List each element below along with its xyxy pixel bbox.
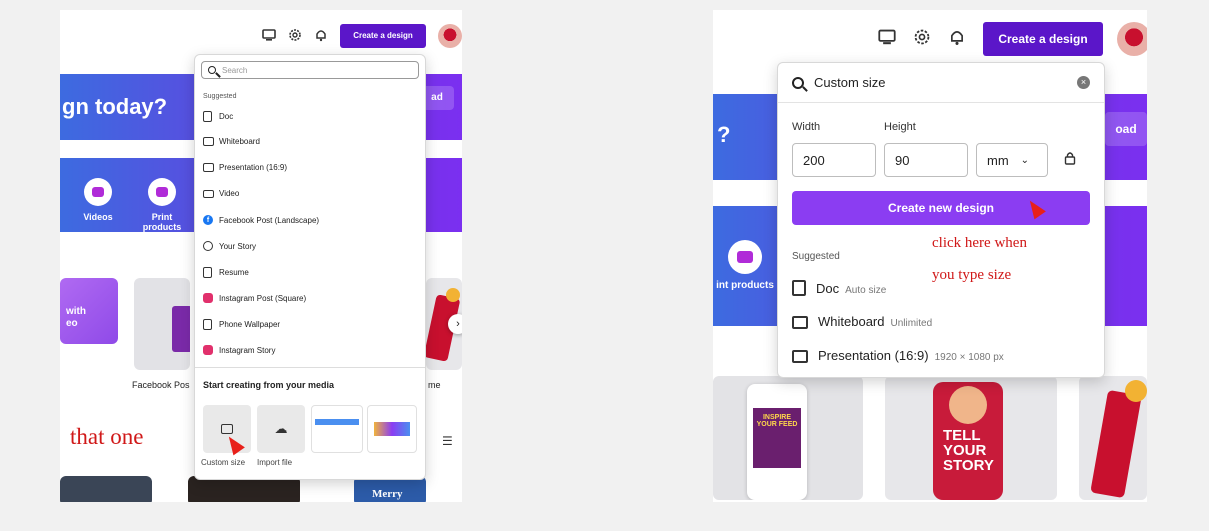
menu-item-facebook-post[interactable]: f Facebook Post (Landscape) [203, 215, 417, 225]
bell-icon[interactable] [948, 28, 966, 46]
template-card[interactable] [134, 278, 190, 370]
annotation-type-size: you type size [932, 267, 1012, 283]
card-thumbnail [172, 306, 190, 352]
monitor-icon[interactable] [878, 28, 896, 46]
top-bar: Create a design [713, 10, 1147, 66]
search-icon [792, 76, 804, 89]
thumb-bar [315, 419, 359, 425]
category-videos[interactable]: Videos [78, 178, 118, 222]
story-icon [203, 241, 213, 251]
template-card[interactable] [60, 476, 152, 502]
template-card[interactable] [1079, 376, 1147, 500]
search-input[interactable]: Custom size × [778, 63, 1104, 103]
phone-icon [203, 319, 212, 330]
next-arrow-icon[interactable]: › [448, 314, 462, 334]
create-a-design-button[interactable]: Create a design [340, 24, 426, 48]
print-icon [728, 240, 762, 274]
suggested-heading: Suggested [792, 251, 840, 262]
media-thumbnail[interactable] [367, 405, 417, 453]
width-label: Width [792, 121, 821, 133]
suggestion-whiteboard[interactable]: Whiteboard Unlimited [792, 313, 932, 329]
menu-item-doc[interactable]: Doc [203, 111, 417, 122]
template-card[interactable]: with eo [60, 278, 118, 344]
category-print-products[interactable]: Print products [132, 178, 192, 232]
card-badge [446, 288, 460, 302]
import-file-tile[interactable]: ☁ [257, 405, 305, 453]
suggestion-doc[interactable]: Doc Auto size [792, 277, 886, 296]
bell-icon[interactable] [314, 28, 332, 46]
presentation-icon [792, 350, 808, 363]
unit-select[interactable]: mm ⌄ [976, 143, 1048, 177]
print-icon [148, 178, 176, 206]
annotation-that-one: that one [70, 424, 144, 449]
whiteboard-icon [203, 137, 214, 146]
menu-item-instagram-post[interactable]: Instagram Post (Square) [203, 293, 417, 303]
height-field[interactable]: 90 [884, 143, 968, 177]
menu-item-your-story[interactable]: Your Story [203, 241, 417, 251]
hero-title: gn today? [62, 94, 168, 119]
custom-size-label: Custom size [201, 458, 246, 467]
whiteboard-icon [792, 316, 808, 329]
search-icon [208, 66, 216, 74]
doc-icon [203, 111, 212, 122]
video-icon [203, 189, 214, 198]
create-design-dropdown: Custom size × Width Height 200 90 mm ⌄ C… [777, 62, 1105, 378]
suggested-heading: Suggested [203, 93, 237, 100]
upload-cloud-icon: ☁ [274, 421, 288, 436]
clear-search-icon[interactable]: × [1077, 76, 1090, 89]
gear-icon[interactable] [913, 28, 931, 46]
lock-icon[interactable] [1064, 151, 1076, 168]
chevron-down-icon: ⌄ [1020, 154, 1030, 166]
thumb-bar [374, 422, 410, 436]
card-text: with [66, 306, 86, 317]
template-card[interactable]: TELL YOUR STORY [885, 376, 1057, 500]
gear-icon[interactable] [288, 28, 306, 46]
instagram-icon [203, 345, 213, 355]
card-text: eo [66, 318, 78, 329]
height-label: Height [884, 121, 916, 133]
custom-size-icon [221, 424, 233, 434]
card-label: Facebook Pos [132, 380, 190, 390]
menu-item-video[interactable]: Video [203, 189, 417, 198]
facebook-icon: f [203, 215, 213, 225]
template-card[interactable]: INSPIRE YOUR FEED [713, 376, 863, 500]
card-badge [1125, 380, 1147, 402]
menu-item-whiteboard[interactable]: Whiteboard [203, 137, 417, 146]
menu-item-phone-wallpaper[interactable]: Phone Wallpaper [203, 319, 417, 330]
person-photo [949, 386, 987, 424]
create-design-dropdown: Search Suggested Doc Whiteboard Presenta… [194, 54, 426, 480]
presentation-icon [203, 163, 214, 172]
hero-title: ? [717, 122, 731, 147]
doc-icon [792, 280, 806, 296]
search-input[interactable]: Search [201, 61, 419, 79]
create-new-design-button[interactable]: Create new design [792, 191, 1090, 225]
left-screenshot: Create a design gn today? ad Videos Prin… [60, 10, 462, 502]
list-view-icon[interactable]: ☰ [442, 434, 453, 448]
right-screenshot: Create a design ? oad int products INSPI… [713, 10, 1147, 502]
video-icon [84, 178, 112, 206]
category-print-products[interactable]: int products [713, 240, 777, 291]
card-text: Merry [372, 488, 403, 500]
phone-mockup: INSPIRE YOUR FEED [747, 384, 807, 500]
monitor-icon[interactable] [262, 28, 280, 46]
avatar[interactable] [438, 24, 462, 48]
menu-item-presentation[interactable]: Presentation (16:9) [203, 163, 417, 172]
menu-item-resume[interactable]: Resume [203, 267, 417, 278]
import-file-label: Import file [257, 458, 293, 467]
media-thumbnail[interactable] [311, 405, 363, 453]
avatar[interactable] [1117, 22, 1147, 56]
hero-upload-button[interactable]: oad [1105, 112, 1147, 146]
create-a-design-button[interactable]: Create a design [983, 22, 1103, 56]
media-heading: Start creating from your media [203, 380, 335, 390]
width-field[interactable]: 200 [792, 143, 876, 177]
annotation-click-here: click here when [932, 235, 1027, 251]
resume-icon [203, 267, 212, 278]
card-label: me [428, 380, 441, 390]
divider [195, 367, 425, 368]
instagram-icon [203, 293, 213, 303]
menu-item-instagram-story[interactable]: Instagram Story [203, 345, 417, 355]
suggestion-presentation[interactable]: Presentation (16:9) 1920 × 1080 px [792, 347, 1004, 363]
card-text: INSPIRE YOUR FEED [753, 408, 801, 468]
card-thumbnail [1090, 389, 1142, 499]
